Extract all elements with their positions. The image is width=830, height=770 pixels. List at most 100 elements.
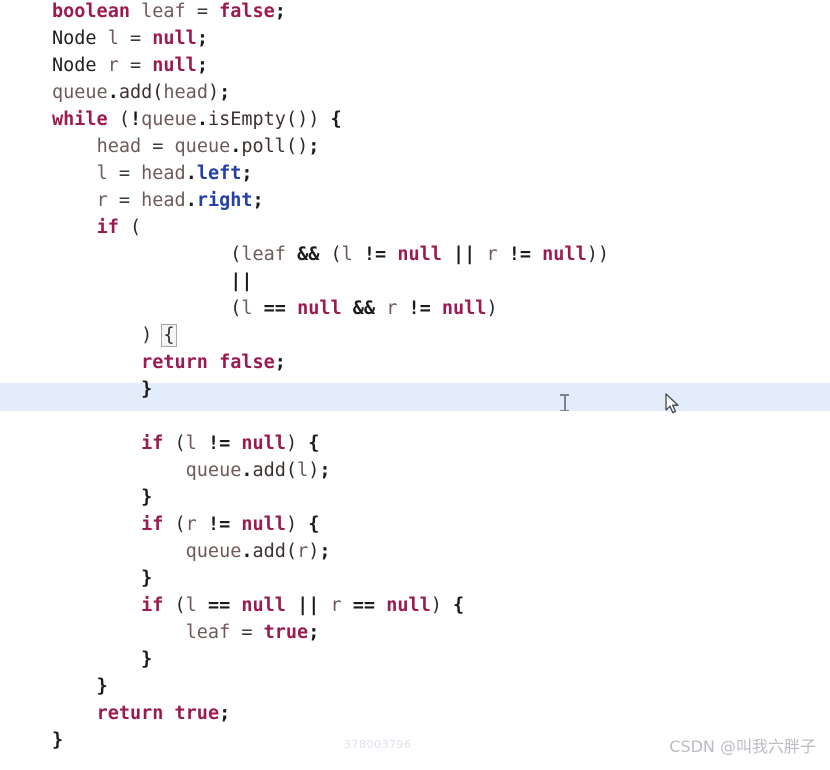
- code-token-punc: ;: [252, 190, 264, 211]
- code-token-paren: ): [285, 514, 298, 535]
- code-token-kw: null: [441, 298, 487, 319]
- code-token-punc: .: [196, 109, 208, 130]
- code-token-ident: queue: [52, 82, 108, 103]
- code-token-ident: r: [386, 298, 398, 319]
- code-line[interactable]: if (r != null) {: [52, 511, 830, 538]
- code-token-punc: ==: [352, 595, 376, 616]
- code-token-ident: r: [185, 514, 197, 535]
- code-token-paren: (): [285, 136, 309, 157]
- code-token-paren: (: [174, 595, 186, 616]
- code-token-op: =: [196, 1, 208, 22]
- code-line[interactable]: if (: [52, 214, 830, 241]
- code-line[interactable]: }: [52, 673, 830, 700]
- code-line[interactable]: ||: [52, 268, 830, 295]
- code-line[interactable]: if (l != null) {: [52, 430, 830, 457]
- code-token-paren: ): [141, 325, 153, 346]
- code-token-punc: ==: [263, 298, 286, 319]
- code-line[interactable]: }: [52, 376, 830, 403]
- code-editor-viewport[interactable]: boolean leaf = false; Node l = null; Node …: [0, 0, 830, 770]
- code-line[interactable]: }: [52, 484, 830, 511]
- code-token-op: =: [241, 622, 253, 643]
- code-token-kw: null: [241, 433, 286, 454]
- code-line[interactable]: ) {: [52, 322, 830, 349]
- code-token-punc: }: [141, 568, 153, 589]
- code-content-area[interactable]: boolean leaf = false; Node l = null; Node …: [0, 0, 830, 754]
- code-line[interactable]: l = head.left;: [52, 160, 830, 187]
- code-token-paren: (: [118, 109, 130, 130]
- code-token-punc: {: [330, 109, 342, 130]
- code-token-kw: return: [96, 703, 164, 724]
- code-token-op: =: [129, 28, 142, 49]
- code-token-punc: .: [230, 136, 242, 157]
- code-token-punc: }: [96, 676, 108, 697]
- code-line[interactable]: }: [52, 565, 830, 592]
- code-token-punc: }: [52, 730, 64, 751]
- code-line[interactable]: return true;: [52, 700, 830, 727]
- code-line[interactable]: queue.add(l);: [52, 457, 830, 484]
- code-token-kw: while: [52, 109, 108, 130]
- code-token-ident: queue: [174, 136, 231, 157]
- code-token-paren: ): [207, 82, 220, 103]
- code-line[interactable]: boolean leaf = false;: [52, 0, 830, 25]
- code-line[interactable]: Node r = null;: [52, 52, 830, 79]
- code-line[interactable]: (l == null && r != null): [52, 295, 830, 322]
- code-token-kw: null: [241, 595, 286, 616]
- code-line[interactable]: r = head.right;: [52, 187, 830, 214]
- code-line[interactable]: leaf = true;: [52, 619, 830, 646]
- code-line[interactable]: if (l == null || r == null) {: [52, 592, 830, 619]
- code-token-op: =: [152, 136, 164, 157]
- code-token-op: =: [118, 163, 130, 184]
- code-token-punc: .: [185, 190, 197, 211]
- code-token-paren: ): [308, 109, 320, 130]
- code-token-punc: .: [185, 163, 197, 184]
- code-token-kw: if: [141, 433, 164, 454]
- code-token-kw: null: [397, 244, 442, 265]
- code-line[interactable]: [52, 403, 830, 430]
- code-line[interactable]: while (!queue.isEmpty()) {: [52, 106, 830, 133]
- code-token-punc: ;: [308, 622, 320, 643]
- code-token-paren: )): [586, 244, 609, 265]
- code-line[interactable]: return false;: [52, 349, 830, 376]
- code-token-paren: (: [230, 244, 242, 265]
- code-line[interactable]: Node l = null;: [52, 25, 830, 52]
- code-token-ident: l: [96, 163, 108, 184]
- code-token-punc: }: [141, 487, 153, 508]
- code-token-paren: ): [308, 541, 320, 562]
- code-token-op: =: [129, 55, 142, 76]
- code-token-op: =: [118, 190, 130, 211]
- code-line[interactable]: }: [52, 646, 830, 673]
- code-token-type: Node: [52, 28, 97, 49]
- code-token-punc: !: [129, 109, 142, 130]
- code-line[interactable]: queue.add(r);: [52, 538, 830, 565]
- code-line[interactable]: (leaf && (l != null || r != null)): [52, 241, 830, 268]
- code-line[interactable]: head = queue.poll();: [52, 133, 830, 160]
- code-token-ident: head: [96, 136, 142, 157]
- code-token-ident: l: [341, 244, 353, 265]
- code-line[interactable]: queue.add(head);: [52, 79, 830, 106]
- code-token-punc: !=: [408, 298, 431, 319]
- code-token-ident: l: [241, 298, 253, 319]
- code-token-ident: head: [163, 82, 208, 103]
